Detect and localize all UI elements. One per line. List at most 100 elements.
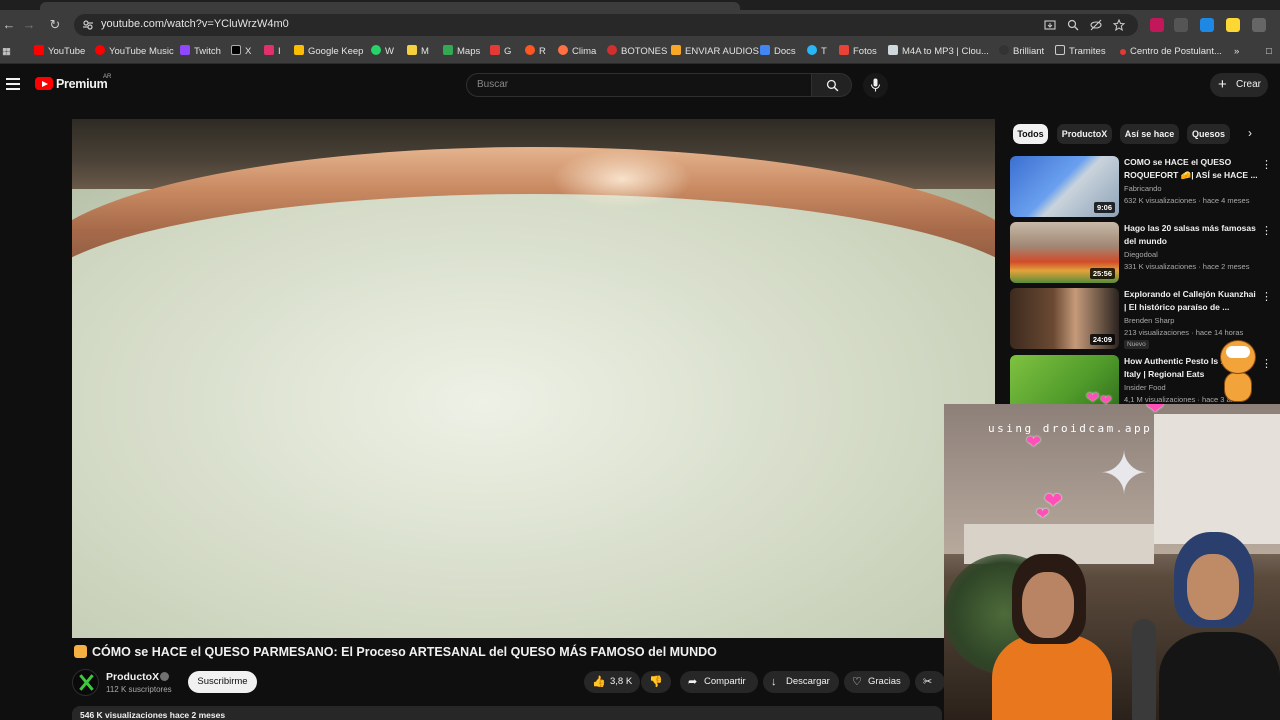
bookmark-tramites[interactable]: Tramites <box>1055 45 1106 59</box>
bookmark-botones[interactable]: BOTONES <box>607 45 667 59</box>
share-button[interactable]: ➦ Compartir <box>680 671 758 693</box>
bookmark-docs[interactable]: Docs <box>760 45 796 59</box>
chip-asi-se-hace[interactable]: Así se hace <box>1120 124 1179 144</box>
recommendation-item[interactable]: 9:06 COMO se HACE el QUESO ROQUEFORT 🧀| … <box>1010 156 1280 218</box>
thanks-button[interactable]: ♡ Gracias <box>844 671 910 693</box>
chip-quesos[interactable]: Quesos <box>1187 124 1230 144</box>
m-icon <box>407 45 417 55</box>
download-button[interactable]: ↓ Descargar <box>763 671 839 693</box>
bookmark-whatsapp[interactable]: W <box>371 45 394 59</box>
description-box[interactable]: 546 K visualizaciones hace 2 meses <box>72 706 942 720</box>
bookmark-google-keep[interactable]: Google Keep <box>294 45 363 59</box>
recommendation-channel[interactable]: Brenden Sharp <box>1124 316 1174 325</box>
address-bar[interactable]: youtube.com/watch?v=YCluWrzW4m0 <box>74 14 1138 36</box>
weather-icon <box>558 45 568 55</box>
bookmark-star-icon[interactable] <box>1113 19 1125 31</box>
telegram-icon <box>807 45 817 55</box>
bookmark-m4a-to-mp3[interactable]: M4A to MP3 | Clou... <box>888 45 989 59</box>
bookmark-enviar-audios[interactable]: ENVIAR AUDIOS <box>671 45 759 59</box>
more-options-icon[interactable]: ⋮ <box>1261 357 1272 370</box>
like-button[interactable]: 👍 3,8 K <box>584 671 640 693</box>
browser-toolbar: ← → ↻ youtube.com/watch?v=YCluWrzW4m0 <box>0 10 1280 40</box>
recommendation-item[interactable]: 25:56 Hago las 20 salsas más famosas del… <box>1010 222 1280 284</box>
subscribe-button[interactable]: Suscribirme <box>188 671 257 693</box>
bookmark-x[interactable]: X <box>231 45 251 59</box>
search-input[interactable]: Buscar <box>466 73 812 97</box>
recommendation-channel[interactable]: Diegodoal <box>1124 250 1158 259</box>
forward-icon[interactable]: → <box>20 16 38 34</box>
bookmark-g[interactable]: G <box>490 45 511 59</box>
dislike-button[interactable]: 👎 <box>641 671 671 693</box>
search-button[interactable] <box>812 73 852 97</box>
recommendation-channel[interactable]: Insider Food <box>1124 383 1166 392</box>
eye-off-icon[interactable] <box>1090 19 1102 31</box>
extension-icon[interactable] <box>1150 18 1164 32</box>
logo-text[interactable]: Premium <box>56 77 108 91</box>
zoom-icon[interactable] <box>1067 19 1079 31</box>
recommendation-thumbnail[interactable]: 24:09 <box>1010 288 1119 349</box>
extension-icon[interactable] <box>1226 18 1240 32</box>
search-icon <box>826 79 839 92</box>
recommendation-thumbnail[interactable]: 9:06 <box>1010 156 1119 217</box>
more-options-icon[interactable]: ⋮ <box>1261 158 1272 171</box>
back-icon[interactable]: ← <box>0 16 18 34</box>
bookmark-r[interactable]: R <box>525 45 546 59</box>
recommendation-meta: 213 visualizaciones · hace 14 horas <box>1124 328 1244 337</box>
bookmark-twitch[interactable]: Twitch <box>180 45 221 59</box>
reload-icon[interactable]: ↻ <box>46 16 64 34</box>
keep-icon <box>294 45 304 55</box>
voice-search-button[interactable] <box>863 73 888 98</box>
thanks-heart-icon: ♡ <box>852 676 862 688</box>
site-info-icon[interactable] <box>82 19 94 31</box>
bookmark-instagram[interactable]: I <box>264 45 281 59</box>
bookmarks-overflow-icon[interactable]: » <box>1234 45 1239 59</box>
instagram-icon <box>264 45 274 55</box>
more-options-icon[interactable]: ⋮ <box>1261 224 1272 237</box>
extension-icon[interactable] <box>1200 18 1214 32</box>
heart-sticker-icon: ❤ <box>1036 506 1050 523</box>
chip-todos[interactable]: Todos <box>1013 124 1048 144</box>
cheese-emoji-icon <box>74 645 87 658</box>
g-icon <box>490 45 500 55</box>
more-options-icon[interactable]: ⋮ <box>1261 290 1272 303</box>
bookmark-youtube-music[interactable]: YouTube Music <box>95 45 174 59</box>
recommendation-title[interactable]: Explorando el Callejón Kuanzhai | El his… <box>1124 288 1260 314</box>
create-button[interactable]: + Crear <box>1210 73 1268 97</box>
new-badge: Nuevo <box>1124 340 1149 349</box>
recommendation-thumbnail[interactable]: 25:56 <box>1010 222 1119 283</box>
extensions-puzzle-icon[interactable] <box>1252 18 1266 32</box>
bookmark-youtube[interactable]: YouTube <box>34 45 85 59</box>
channel-avatar[interactable] <box>72 669 99 696</box>
channel-name[interactable]: ProductoX <box>106 671 159 683</box>
clip-button[interactable]: ✂ <box>915 671 945 693</box>
bookmark-telegram[interactable]: T <box>807 45 827 59</box>
recommendation-title[interactable]: COMO se HACE el QUESO ROQUEFORT 🧀| ASÍ s… <box>1124 156 1260 182</box>
chevron-right-icon[interactable]: › <box>1248 126 1252 140</box>
plus-icon: + <box>1218 76 1227 93</box>
menu-icon[interactable] <box>6 78 20 90</box>
recommendation-meta: 632 K visualizaciones · hace 4 meses <box>1124 196 1250 205</box>
active-tab[interactable] <box>40 2 740 10</box>
bookmark-clima[interactable]: Clima <box>558 45 596 59</box>
docs-icon <box>760 45 770 55</box>
recommendation-channel[interactable]: Fabricando <box>1124 184 1162 193</box>
extension-icon[interactable] <box>1174 18 1188 32</box>
garfield-mascot-icon <box>1216 340 1260 404</box>
video-player[interactable] <box>72 119 995 638</box>
bookmark-maps[interactable]: Maps <box>443 45 480 59</box>
youtube-logo-icon[interactable] <box>35 77 53 90</box>
download-icon: ↓ <box>771 676 777 688</box>
chip-productox[interactable]: ProductoX <box>1057 124 1112 144</box>
microphone-stand <box>1132 619 1156 720</box>
apps-grid-icon[interactable]: ▦ <box>2 45 11 59</box>
recommendation-title[interactable]: Hago las 20 salsas más famosas del mundo <box>1124 222 1260 248</box>
install-app-icon[interactable] <box>1044 19 1056 31</box>
reddit-icon <box>525 45 535 55</box>
bookmark-fotos[interactable]: Fotos <box>839 45 877 59</box>
all-bookmarks-folder-icon[interactable]: □ <box>1266 45 1272 59</box>
bookmark-brilliant[interactable]: Brilliant <box>999 45 1044 59</box>
bookmark-m[interactable]: M <box>407 45 429 59</box>
bookmark-centro-postulantes[interactable]: Centro de Postulant... <box>1120 45 1222 59</box>
whatsapp-icon <box>371 45 381 55</box>
view-count: 546 K visualizaciones hace 2 meses <box>80 710 226 720</box>
